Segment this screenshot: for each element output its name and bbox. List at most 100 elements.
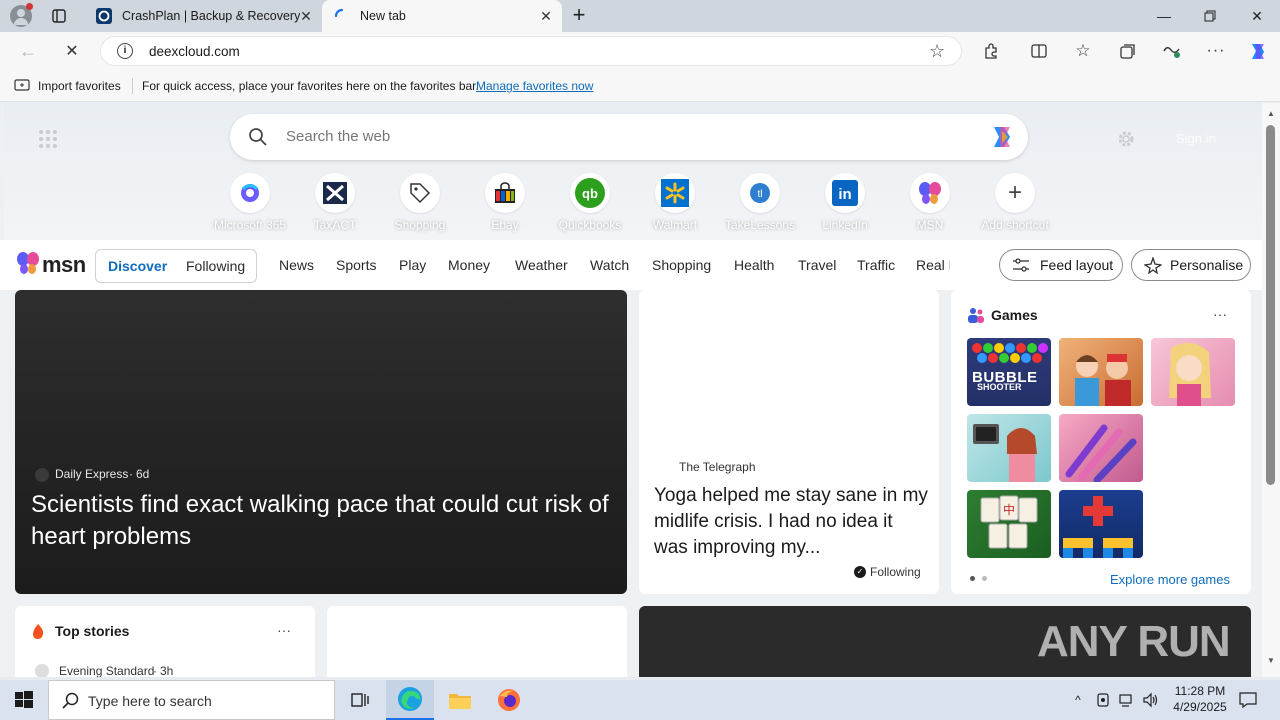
- taskbar-edge-app[interactable]: [386, 680, 434, 720]
- address-bar[interactable]: i deexcloud.com ☆: [100, 36, 962, 66]
- shortcut-takelessons[interactable]: tl TakeLessons: [718, 173, 802, 232]
- copilot-icon[interactable]: [1243, 36, 1273, 66]
- url-text[interactable]: deexcloud.com: [149, 44, 240, 59]
- site-info-icon[interactable]: i: [117, 43, 133, 59]
- explore-more-games-link[interactable]: Explore more games: [1110, 572, 1230, 587]
- shortcut-linkedin[interactable]: in LinkedIn: [803, 173, 887, 232]
- settings-gear-icon[interactable]: [1116, 129, 1136, 149]
- stop-loading-icon[interactable]: ✕: [57, 36, 87, 66]
- close-tab-icon[interactable]: ✕: [538, 8, 554, 24]
- nav-travel[interactable]: Travel: [798, 257, 836, 273]
- nav-shopping[interactable]: Shopping: [652, 257, 711, 273]
- dark-story-card[interactable]: ANY RUN: [639, 606, 1251, 677]
- taskbar-search-input[interactable]: Type here to search: [88, 693, 212, 709]
- minimize-icon[interactable]: —: [1141, 0, 1187, 32]
- shortcut-ebay[interactable]: Ebay: [463, 173, 547, 232]
- nav-traffic[interactable]: Traffic: [857, 257, 895, 273]
- task-view-icon[interactable]: [336, 680, 384, 720]
- taskbar-firefox[interactable]: [485, 680, 533, 720]
- folder-icon: [449, 694, 471, 709]
- start-windows-icon[interactable]: [0, 680, 48, 720]
- scroll-down-arrow-icon[interactable]: ▼: [1267, 656, 1275, 665]
- msn-logo-icon[interactable]: [16, 251, 40, 275]
- carousel-dot-active[interactable]: [970, 576, 975, 581]
- top-stories-title: Top stories: [55, 623, 130, 639]
- story-headline[interactable]: Yoga helped me stay sane in my midlife c…: [654, 483, 929, 561]
- main-story-card[interactable]: Daily Express · 6d Scientists find exact…: [15, 290, 627, 594]
- taskbar-file-explorer[interactable]: [436, 680, 484, 720]
- ebay-bag-icon: [485, 173, 525, 213]
- walmart-icon: [655, 173, 695, 213]
- manage-favorites-link[interactable]: Manage favorites now: [476, 79, 593, 93]
- apps-launcher-icon[interactable]: [38, 129, 58, 149]
- game-tile-makeup[interactable]: [1059, 414, 1143, 482]
- game-tile-hospital[interactable]: [967, 414, 1051, 482]
- nav-health[interactable]: Health: [734, 257, 774, 273]
- web-search-box[interactable]: Search the web: [230, 114, 1028, 160]
- shortcut-msn[interactable]: MSN: [888, 173, 972, 232]
- collections-icon[interactable]: [1113, 36, 1143, 66]
- feed-layout-button[interactable]: Feed layout: [999, 249, 1123, 281]
- sign-in-button[interactable]: Sign in: [1176, 131, 1216, 146]
- tab-new-tab[interactable]: New tab ✕: [322, 0, 562, 32]
- nav-money[interactable]: Money: [448, 257, 490, 273]
- profile-avatar-icon[interactable]: [10, 3, 33, 27]
- favorites-icon[interactable]: ☆: [1068, 36, 1098, 66]
- shortcut-shopping[interactable]: Shopping: [378, 173, 462, 232]
- following-tab[interactable]: Following: [186, 258, 245, 274]
- more-options-icon[interactable]: ···: [1213, 306, 1227, 322]
- game-tile-mahjong[interactable]: 中: [967, 490, 1051, 558]
- telegraph-story-card[interactable]: The Telegraph Yoga helped me stay sane i…: [639, 290, 939, 594]
- msn-logo-text[interactable]: msn: [42, 252, 86, 278]
- import-favorites-button[interactable]: Import favorites: [38, 79, 121, 93]
- nav-watch[interactable]: Watch: [590, 257, 629, 273]
- scrollbar-thumb[interactable]: [1266, 125, 1275, 485]
- game-tile-fashion[interactable]: [1151, 338, 1235, 406]
- game-tile-cartoon-waiter[interactable]: [1059, 338, 1143, 406]
- shortcut-add[interactable]: + Add shortcut: [973, 173, 1057, 232]
- browser-essentials-icon[interactable]: [1157, 36, 1187, 66]
- split-screen-icon[interactable]: [1024, 36, 1054, 66]
- nav-news[interactable]: News: [279, 257, 314, 273]
- back-arrow-icon[interactable]: ←: [13, 36, 43, 66]
- shortcut-microsoft-365[interactable]: Microsoft 365: [208, 173, 292, 232]
- network-icon[interactable]: [1117, 680, 1137, 720]
- import-favorites-icon[interactable]: [14, 79, 30, 93]
- extensions-icon[interactable]: [976, 36, 1006, 66]
- more-options-icon[interactable]: ···: [277, 622, 291, 638]
- tab-crashplan[interactable]: CrashPlan | Backup & Recovery S ✕: [84, 0, 322, 32]
- settings-more-icon[interactable]: ···: [1201, 36, 1231, 66]
- search-input[interactable]: Search the web: [286, 128, 390, 145]
- show-hidden-icons-chevron-icon[interactable]: ^: [1068, 680, 1088, 720]
- scroll-up-arrow-icon[interactable]: ▲: [1267, 109, 1275, 118]
- personalise-button[interactable]: Personalise: [1131, 249, 1251, 281]
- following-label[interactable]: Following: [870, 565, 921, 579]
- volume-icon[interactable]: [1141, 680, 1161, 720]
- restore-icon[interactable]: [1187, 0, 1233, 32]
- nav-play[interactable]: Play: [399, 257, 426, 273]
- game-tile-blocks[interactable]: [1059, 490, 1143, 558]
- nav-weather[interactable]: Weather: [515, 257, 568, 273]
- new-tab-plus-icon[interactable]: +: [568, 4, 590, 27]
- taskbar-clock[interactable]: 11:28 PM 4/29/2025: [1164, 683, 1236, 715]
- carousel-dot[interactable]: [982, 576, 987, 581]
- tab-actions-icon[interactable]: [50, 7, 68, 25]
- close-tab-icon[interactable]: ✕: [298, 8, 314, 24]
- notifications-icon[interactable]: [1236, 680, 1260, 720]
- svg-text:中: 中: [1003, 502, 1015, 517]
- favorite-star-icon[interactable]: ☆: [929, 41, 945, 62]
- copilot-search-icon[interactable]: [988, 123, 1018, 151]
- shortcut-walmart[interactable]: Walmart: [633, 173, 717, 232]
- discover-tab[interactable]: Discover: [108, 258, 167, 274]
- shopping-tag-icon: [400, 173, 440, 213]
- close-window-icon[interactable]: ✕: [1234, 0, 1280, 32]
- story-headline[interactable]: Scientists find exact walking pace that …: [31, 489, 621, 553]
- game-bubble-shooter[interactable]: BUBBLE SHOOTER: [967, 338, 1051, 406]
- shortcut-quickbooks[interactable]: qb Quickbooks: [548, 173, 632, 232]
- shortcut-taxact[interactable]: TaxACT: [293, 173, 377, 232]
- nav-real-estate[interactable]: Real E: [916, 257, 950, 273]
- vertical-scrollbar[interactable]: ▲ ▼: [1262, 103, 1280, 677]
- network-device-icon[interactable]: [1093, 680, 1113, 720]
- nav-sports[interactable]: Sports: [336, 257, 376, 273]
- taskbar-search-box[interactable]: Type here to search: [48, 680, 335, 720]
